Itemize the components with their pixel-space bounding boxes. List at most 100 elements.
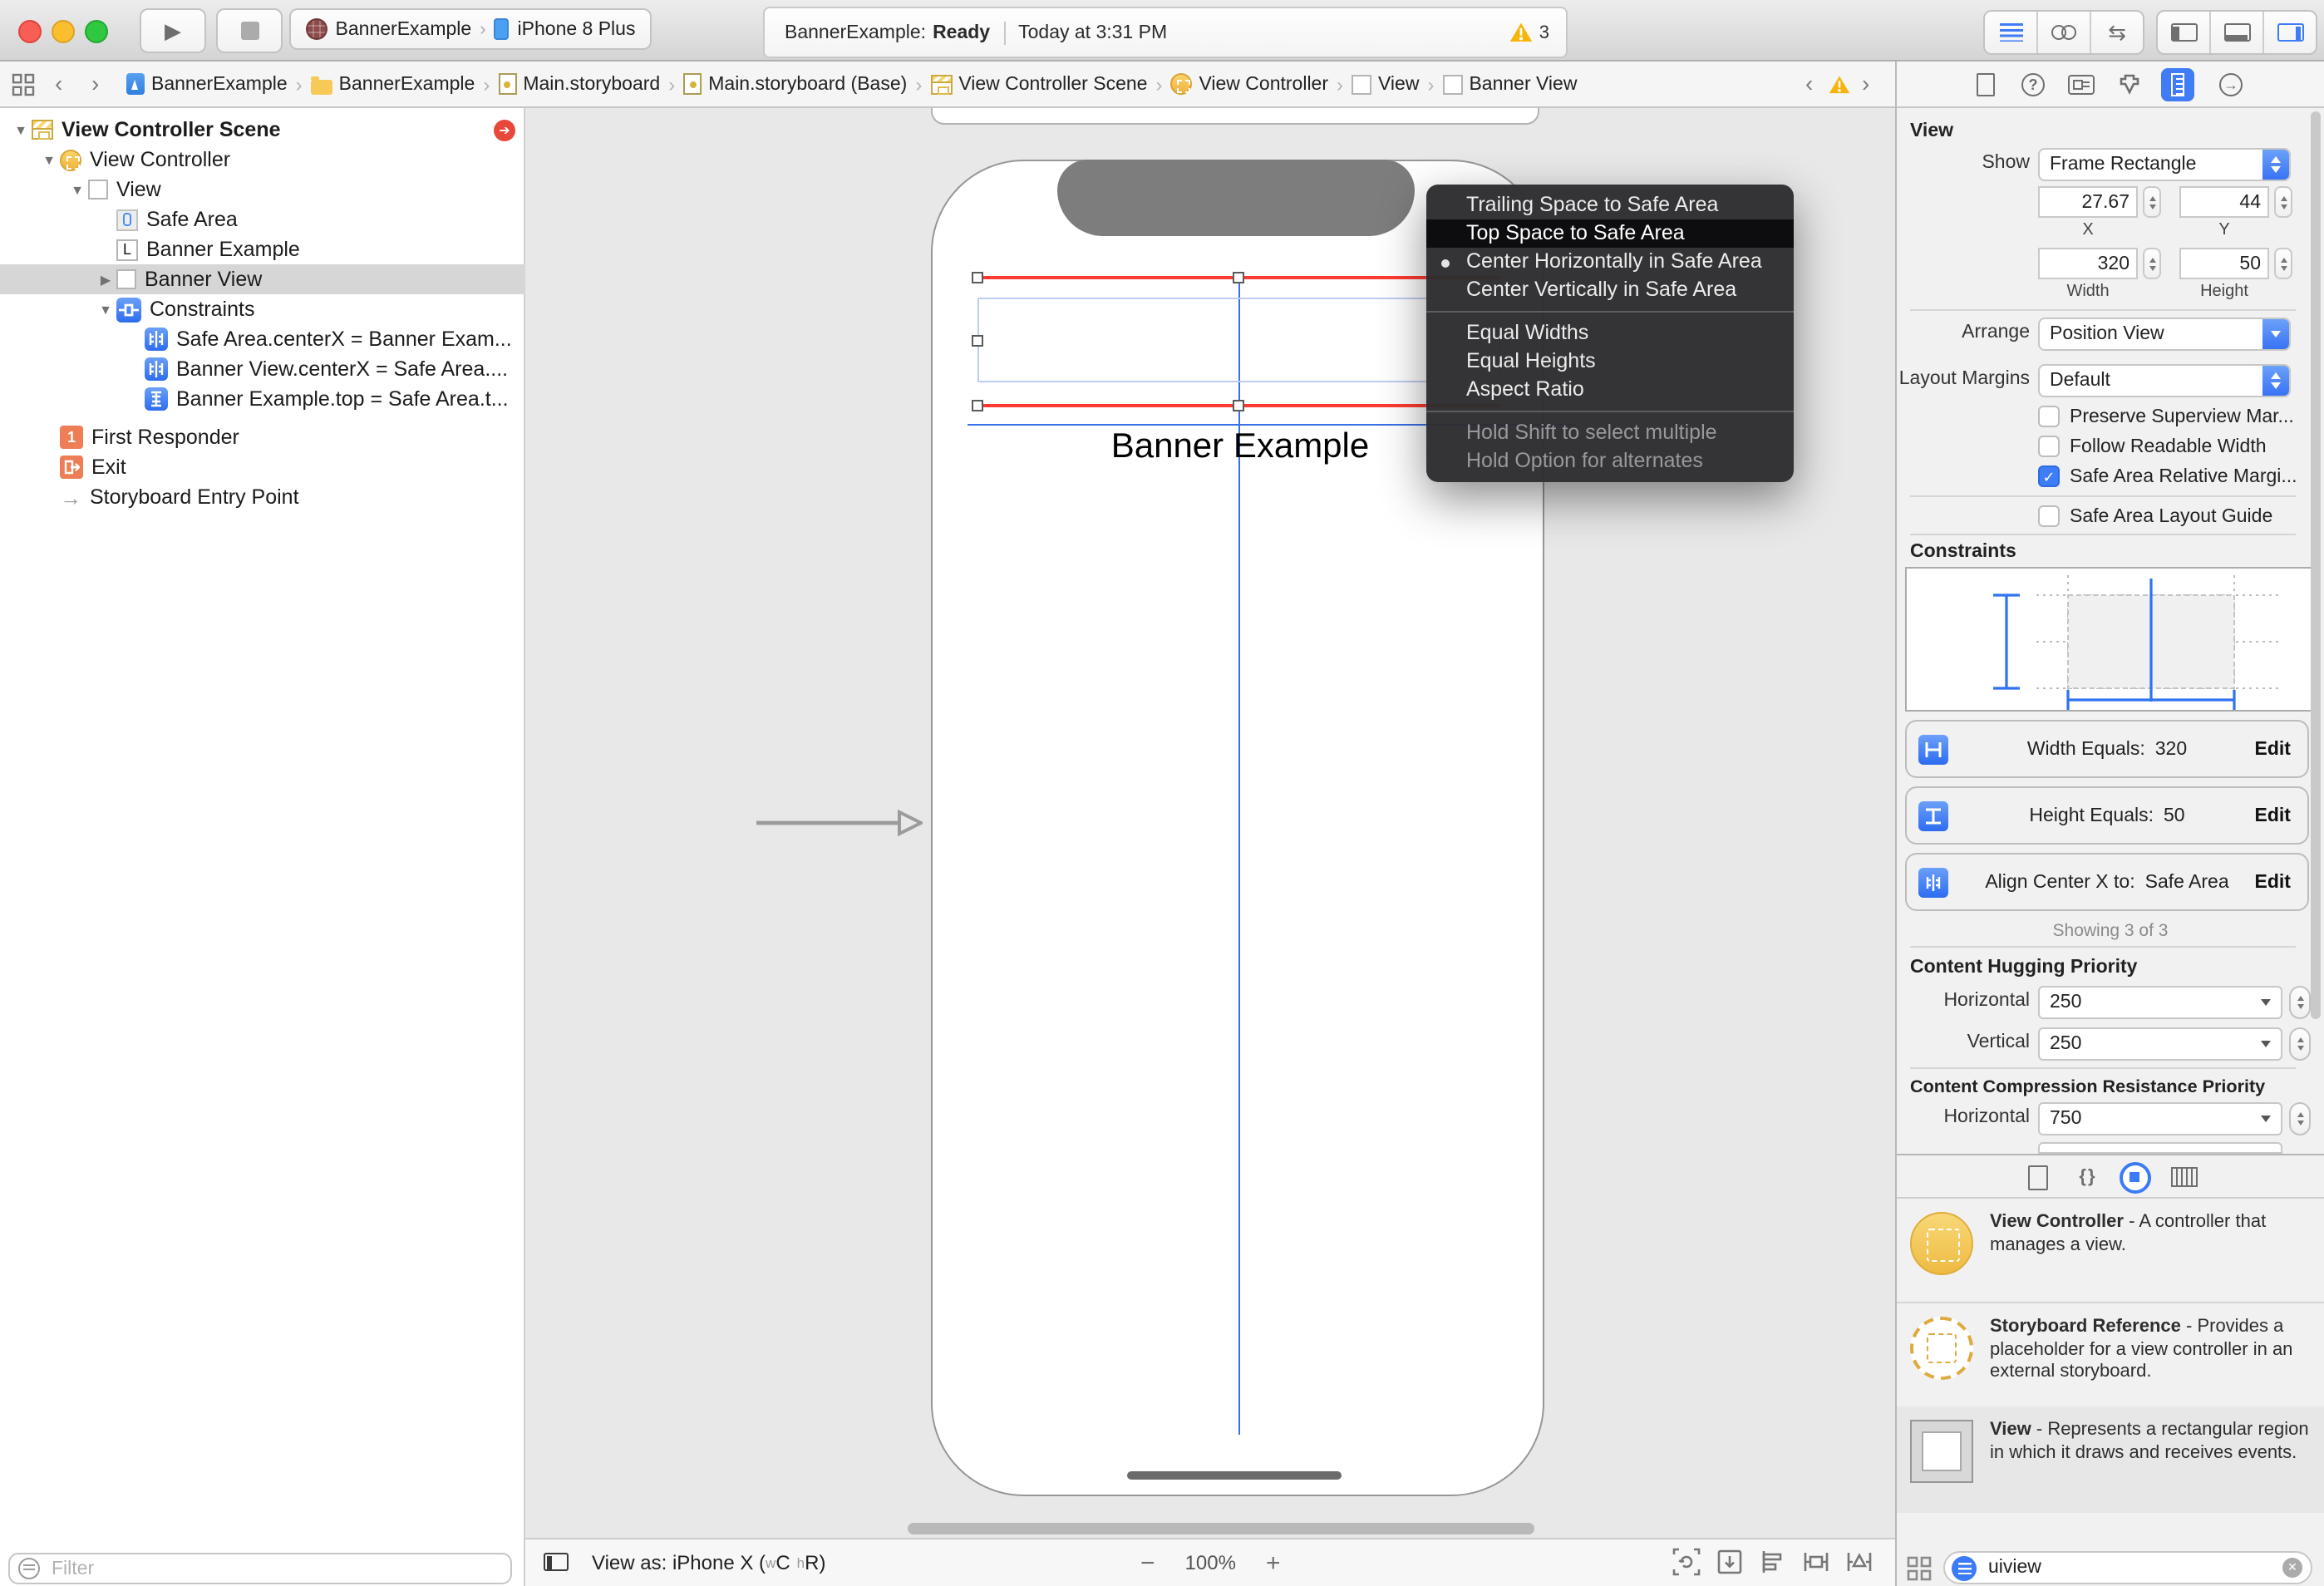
menu-item[interactable]: Trailing Space to Safe Area bbox=[1426, 191, 1794, 219]
edit-button[interactable]: Edit bbox=[2255, 739, 2291, 759]
outline-row-exit[interactable]: Exit bbox=[0, 452, 564, 482]
hugging-vertical-stepper[interactable] bbox=[2289, 1027, 2311, 1061]
outline-row-view-controller-scene[interactable]: ▼ View Controller Scene ➔ bbox=[0, 115, 535, 145]
inspector-scrollbar[interactable] bbox=[2311, 111, 2321, 1019]
version-editor-button[interactable]: ⇆ bbox=[2091, 12, 2143, 53]
clear-icon[interactable]: ✕ bbox=[2282, 1558, 2302, 1578]
close-window-button[interactable] bbox=[18, 20, 42, 43]
x-field[interactable]: 27.67 bbox=[2038, 186, 2138, 218]
code-snippet-library-tab[interactable]: { } bbox=[2068, 1160, 2105, 1194]
disclosure-triangle[interactable]: ▼ bbox=[10, 122, 32, 137]
object-library-tab[interactable] bbox=[2116, 1160, 2153, 1194]
menu-item[interactable]: Aspect Ratio bbox=[1426, 376, 1794, 404]
y-stepper[interactable] bbox=[2274, 186, 2292, 218]
menu-item-highlighted[interactable]: Top Space to Safe Area bbox=[1426, 219, 1794, 248]
arrange-popup[interactable]: Position View bbox=[2038, 318, 2291, 351]
selection-handle[interactable] bbox=[972, 272, 983, 283]
update-frames-button[interactable] bbox=[1672, 1548, 1701, 1576]
menu-item[interactable]: Equal Heights bbox=[1426, 347, 1794, 376]
menu-item[interactable]: Equal Widths bbox=[1426, 319, 1794, 347]
menu-item[interactable]: Center Horizontally in Safe Area bbox=[1426, 248, 1794, 276]
library-filter-bar[interactable]: ✕ bbox=[1943, 1551, 2312, 1584]
zoom-in-button[interactable]: + bbox=[1266, 1549, 1281, 1577]
zoom-level[interactable]: 100% bbox=[1185, 1551, 1236, 1574]
view-as-button[interactable]: View as: iPhone X (w Ch R) bbox=[592, 1539, 825, 1586]
show-popup[interactable]: Frame Rectangle bbox=[2038, 148, 2291, 181]
library-filter-input[interactable] bbox=[1985, 1556, 2249, 1579]
breadcrumb-item[interactable]: Banner View bbox=[1442, 74, 1577, 94]
edit-button[interactable]: Edit bbox=[2255, 872, 2291, 892]
selection-handle[interactable] bbox=[1233, 272, 1244, 283]
jump-badge-icon[interactable]: ➔ bbox=[494, 119, 515, 140]
compression-horizontal-stepper[interactable] bbox=[2289, 1102, 2311, 1135]
banner-example-label[interactable]: Banner Example bbox=[991, 427, 1489, 467]
disclosure-triangle[interactable]: ▼ bbox=[38, 152, 60, 167]
related-items-icon[interactable] bbox=[12, 73, 35, 96]
issue-badge[interactable]: 3 bbox=[1509, 22, 1549, 43]
height-field[interactable]: 50 bbox=[2179, 248, 2269, 279]
layout-margins-popup[interactable]: Default bbox=[2038, 364, 2291, 397]
toggle-navigator-button[interactable] bbox=[2158, 12, 2211, 53]
breadcrumb-item[interactable]: Main.storyboard bbox=[498, 73, 660, 95]
breadcrumb-item[interactable]: Main.storyboard (Base) bbox=[683, 73, 907, 95]
y-field[interactable]: 44 bbox=[2179, 186, 2269, 218]
standard-editor-button[interactable] bbox=[1985, 12, 2038, 53]
library-item-view[interactable]: View - Represents a rectangular region i… bbox=[1897, 1406, 2324, 1513]
safe-area-margins-checkbox[interactable]: ✓ Safe Area Relative Margi... bbox=[2038, 465, 2297, 487]
library-item-view-controller[interactable]: View Controller - A controller that mana… bbox=[1897, 1199, 2324, 1302]
file-template-library-tab[interactable] bbox=[2020, 1160, 2056, 1194]
forward-button[interactable]: › bbox=[91, 71, 99, 95]
hugging-horizontal-combo[interactable]: 250 bbox=[2038, 986, 2282, 1019]
quick-help-tab[interactable]: ? bbox=[2016, 68, 2050, 101]
hugging-vertical-combo[interactable]: 250 bbox=[2038, 1027, 2282, 1061]
align-button[interactable] bbox=[1759, 1548, 1787, 1576]
file-inspector-tab[interactable] bbox=[1968, 68, 2001, 101]
previous-issue-button[interactable]: ‹ bbox=[1805, 71, 1813, 95]
size-inspector-tab[interactable] bbox=[2161, 68, 2194, 101]
constraint-row-height[interactable]: Height Equals: 50 Edit bbox=[1905, 786, 2309, 845]
outline-row-first-responder[interactable]: 1 First Responder bbox=[0, 422, 564, 452]
selection-handle[interactable] bbox=[972, 335, 983, 347]
identity-inspector-tab[interactable] bbox=[2065, 68, 2098, 101]
constraint-row-width[interactable]: Width Equals: 320 Edit bbox=[1905, 720, 2309, 778]
media-library-tab[interactable] bbox=[2166, 1160, 2203, 1194]
breadcrumb-item[interactable]: View Controller Scene bbox=[930, 74, 1147, 94]
resolve-layout-issues-button[interactable] bbox=[1845, 1548, 1873, 1576]
toggle-inspector-button[interactable] bbox=[2264, 12, 2316, 53]
banner-view-bounds[interactable] bbox=[977, 298, 1501, 382]
attributes-inspector-tab[interactable] bbox=[2113, 68, 2146, 101]
selection-handle[interactable] bbox=[1233, 400, 1244, 411]
outline-row-view-controller[interactable]: ▼ View Controller bbox=[0, 145, 564, 175]
x-stepper[interactable] bbox=[2143, 186, 2161, 218]
disclosure-triangle[interactable]: ▶ bbox=[95, 272, 116, 287]
zoom-window-button[interactable] bbox=[85, 20, 108, 43]
edit-button[interactable]: Edit bbox=[2255, 805, 2291, 825]
height-stepper[interactable] bbox=[2274, 248, 2292, 279]
preserve-margins-checkbox[interactable]: Preserve Superview Mar... bbox=[2038, 406, 2294, 427]
outline-row-entry-point[interactable]: → Storyboard Entry Point bbox=[0, 482, 564, 512]
width-stepper[interactable] bbox=[2143, 248, 2161, 279]
back-button[interactable]: ‹ bbox=[55, 71, 62, 95]
connections-inspector-tab[interactable]: → bbox=[2214, 68, 2248, 101]
run-button[interactable]: ▶ bbox=[140, 8, 206, 53]
library-grid-view-icon[interactable] bbox=[1907, 1556, 1932, 1581]
selection-handle[interactable] bbox=[972, 400, 983, 411]
breadcrumb-item[interactable]: View Controller bbox=[1170, 73, 1328, 95]
zoom-out-button[interactable]: − bbox=[1140, 1549, 1155, 1577]
library-item-storyboard-reference[interactable]: Storyboard Reference - Provides a placeh… bbox=[1897, 1303, 2324, 1406]
safe-area-guide-checkbox[interactable]: Safe Area Layout Guide bbox=[2038, 505, 2272, 527]
breadcrumb-item[interactable]: BannerExample bbox=[126, 73, 288, 95]
next-issue-button[interactable]: › bbox=[1862, 71, 1869, 95]
disclosure-triangle[interactable]: ▼ bbox=[95, 302, 116, 317]
constraint-row-align-center-x[interactable]: Align Center X to: Safe Area Edit bbox=[1905, 853, 2309, 911]
toggle-debug-area-button[interactable] bbox=[2211, 12, 2264, 53]
storyboard-canvas[interactable]: Banner Example Trailing Space to Safe Ar… bbox=[525, 108, 1895, 1538]
width-field[interactable]: 320 bbox=[2038, 248, 2138, 279]
menu-item[interactable]: Center Vertically in Safe Area bbox=[1426, 276, 1794, 304]
stop-button[interactable] bbox=[216, 8, 283, 53]
outline-filter-input[interactable] bbox=[48, 1557, 470, 1580]
device-orientation-icon[interactable] bbox=[544, 1553, 569, 1571]
outline-row-view[interactable]: ▼ View bbox=[0, 175, 592, 204]
disclosure-triangle[interactable]: ▼ bbox=[66, 182, 88, 197]
embed-in-stack-button[interactable] bbox=[1716, 1548, 1744, 1576]
